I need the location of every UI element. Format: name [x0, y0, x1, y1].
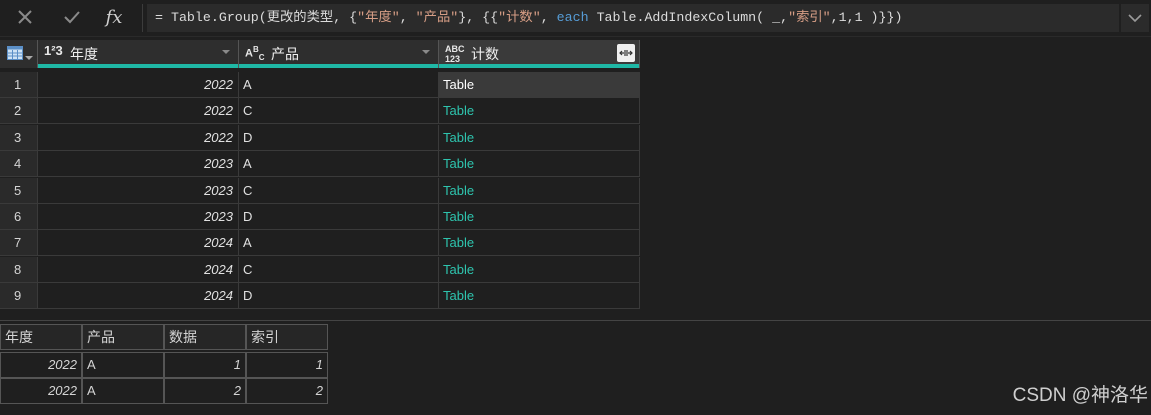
cell-count-table-link[interactable]: Table	[439, 151, 640, 178]
formula-input[interactable]: = Table.Group(更改的类型, {"年度", "产品"}, {{"计数…	[147, 4, 1119, 32]
expand-column-icon[interactable]	[617, 44, 635, 62]
formula-text: }, {{	[458, 10, 499, 25]
filter-dropdown-icon[interactable]	[422, 50, 430, 54]
formula-string: "计数"	[498, 10, 541, 25]
cell-year[interactable]: 2022	[38, 72, 239, 98]
text-type-icon: ABC	[245, 45, 265, 62]
cell-year[interactable]: 2024	[38, 283, 239, 310]
cell-year[interactable]: 2022	[38, 124, 239, 151]
column-header-label: 计数	[471, 46, 499, 62]
row-number: 7	[0, 230, 38, 257]
divider	[142, 4, 143, 32]
cell-count-table-link[interactable]: Table	[439, 72, 640, 98]
row-number: 8	[0, 256, 38, 283]
column-quality-bar	[239, 64, 438, 68]
cell-count-table-link[interactable]: Table	[439, 124, 640, 151]
preview-cell: 1	[246, 352, 328, 378]
filter-dropdown-icon[interactable]	[222, 50, 230, 54]
row-number: 3	[0, 124, 38, 151]
preview-cell: 2	[246, 378, 328, 404]
formula-text: Table.AddIndexColumn( _,	[588, 10, 789, 25]
check-icon[interactable]	[58, 4, 86, 30]
formula-text: ,	[540, 10, 557, 25]
cell-product[interactable]: A	[239, 230, 439, 257]
cell-count-table-link[interactable]: Table	[439, 177, 640, 204]
cell-product[interactable]: D	[239, 204, 439, 230]
formula-keyword: each	[556, 10, 589, 25]
preview-header-cell: 数据	[164, 324, 246, 350]
formula-text: = Table.Group(更改的类型, {	[155, 10, 358, 25]
column-header-label: 产品	[271, 46, 299, 62]
cell-product[interactable]: C	[239, 256, 439, 283]
table-menu-button[interactable]	[0, 40, 38, 68]
fx-icon[interactable]: fx	[100, 4, 128, 30]
cell-year[interactable]: 2022	[38, 98, 239, 125]
column-header-year[interactable]: 1²3 年度	[38, 40, 239, 68]
column-header-product[interactable]: ABC 产品	[239, 40, 439, 68]
any-type-icon: ABC 123	[445, 44, 465, 64]
watermark: CSDN @神洛华	[1012, 385, 1148, 406]
number-type-icon: 1²3	[44, 43, 63, 58]
cell-product[interactable]: A	[239, 151, 439, 178]
row-number: 1	[0, 72, 38, 98]
cell-year[interactable]: 2023	[38, 204, 239, 230]
formula-text: ,1,1 )}})	[830, 10, 903, 25]
formula-bar: fx = Table.Group(更改的类型, {"年度", "产品"}, {{…	[0, 0, 1151, 37]
cancel-icon[interactable]	[11, 4, 39, 30]
formula-text: ,	[399, 10, 416, 25]
preview-header-cell: 年度	[0, 324, 82, 350]
cell-count-table-link[interactable]: Table	[439, 256, 640, 283]
expand-formula-button[interactable]	[1121, 4, 1149, 32]
column-quality-bar	[38, 64, 238, 68]
cell-year[interactable]: 2024	[38, 256, 239, 283]
cell-year[interactable]: 2024	[38, 230, 239, 257]
formula-string: "年度"	[357, 10, 400, 25]
preview-header-cell: 产品	[82, 324, 164, 350]
row-number: 2	[0, 98, 38, 125]
row-number: 4	[0, 151, 38, 178]
column-quality-bar	[439, 64, 639, 68]
cell-count-table-link[interactable]: Table	[439, 204, 640, 230]
cell-count-table-link[interactable]: Table	[439, 230, 640, 257]
preview-cell: 2	[164, 378, 246, 404]
preview-cell: 2022	[0, 378, 82, 404]
row-number: 6	[0, 204, 38, 230]
preview-cell: A	[82, 352, 164, 378]
formula-string: "产品"	[415, 10, 459, 25]
preview-divider	[0, 320, 1151, 321]
cell-product[interactable]: A	[239, 72, 439, 98]
column-header-label: 年度	[70, 46, 98, 62]
table-icon	[7, 46, 23, 60]
preview-cell: A	[82, 378, 164, 404]
preview-header-cell: 索引	[246, 324, 328, 350]
cell-year[interactable]: 2023	[38, 177, 239, 204]
row-number: 9	[0, 283, 38, 310]
preview-cell: 2022	[0, 352, 82, 378]
chevron-down-icon	[25, 56, 33, 60]
formula-string: "索引"	[788, 10, 831, 25]
column-header-count[interactable]: ABC 123 计数	[439, 40, 640, 68]
cell-year[interactable]: 2023	[38, 151, 239, 178]
cell-count-table-link[interactable]: Table	[439, 283, 640, 310]
cell-product[interactable]: C	[239, 177, 439, 204]
cell-product[interactable]: D	[239, 124, 439, 151]
preview-cell: 1	[164, 352, 246, 378]
row-number: 5	[0, 177, 38, 204]
cell-product[interactable]: C	[239, 98, 439, 125]
cell-product[interactable]: D	[239, 283, 439, 310]
cell-count-table-link[interactable]: Table	[439, 98, 640, 125]
